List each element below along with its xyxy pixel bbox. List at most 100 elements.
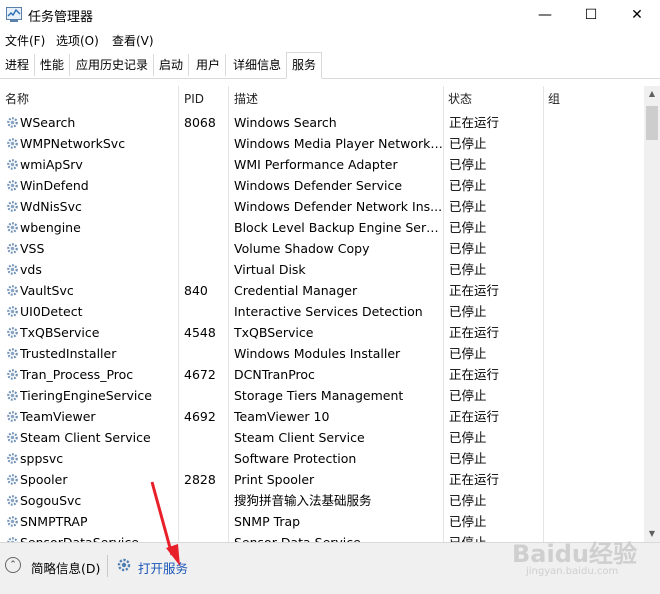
tab-app-history[interactable]: 应用历史记录 (71, 54, 155, 76)
gear-icon (7, 348, 18, 359)
chevron-up-circle-icon[interactable]: ⌃ (5, 557, 21, 573)
column-header-name[interactable]: 名称 (0, 86, 179, 110)
service-status: 已停止 (449, 220, 487, 235)
service-status: 正在运行 (449, 409, 500, 424)
table-row[interactable]: sppsvc Software Protection 已停止 (0, 448, 644, 469)
table-header: 名称 PID 描述 状态 组 ⌃ (0, 86, 644, 110)
service-status: 已停止 (449, 136, 487, 151)
service-description: Windows Search (234, 115, 337, 130)
watermark-url: jingyan.baidu.com (526, 566, 619, 577)
table-row[interactable]: VSS Volume Shadow Copy 已停止 (0, 238, 644, 259)
service-pid: 2828 (184, 472, 216, 487)
service-pid (179, 259, 229, 280)
scroll-thumb[interactable] (646, 106, 658, 140)
tab-services[interactable]: 服务 (286, 52, 323, 79)
table-row[interactable]: wbengine Block Level Backup Engine Servic… (0, 217, 644, 238)
tab-processes[interactable]: 进程 (0, 54, 36, 76)
service-name: WMPNetworkSvc (3, 133, 175, 154)
gear-icon (7, 306, 18, 317)
service-pid: 4692 (184, 409, 216, 424)
menu-options[interactable]: 选项(O) (56, 32, 99, 49)
table-row[interactable]: Spooler 2828 Print Spooler 正在运行 (0, 469, 644, 490)
table-row[interactable]: TxQBService 4548 TxQBService 正在运行 (0, 322, 644, 343)
tab-startup[interactable]: 启动 (154, 54, 190, 76)
table-row[interactable]: SNMPTRAP SNMP Trap 已停止 (0, 511, 644, 532)
service-pid (179, 175, 229, 196)
service-status: 正在运行 (449, 367, 500, 382)
column-header-status[interactable]: 状态 (443, 86, 543, 110)
table-row[interactable]: UI0Detect Interactive Services Detection 已… (0, 301, 644, 322)
scroll-up-icon[interactable]: ▲ (644, 86, 660, 102)
tab-performance[interactable]: 性能 (35, 54, 71, 76)
table-row[interactable]: WMPNetworkSvc Windows Media Player Networ… (0, 133, 644, 154)
service-status: 已停止 (449, 451, 487, 466)
service-description: TxQBService (234, 325, 314, 340)
service-description: Storage Tiers Management (234, 388, 404, 403)
services-table: 名称 PID 描述 状态 组 ⌃ WSearch 8068 Windows Sear… (0, 86, 644, 542)
table-row[interactable]: Steam Client Service Steam Client Service… (0, 427, 644, 448)
close-button[interactable]: ✕ (614, 0, 660, 30)
task-manager-icon (6, 7, 22, 22)
column-header-pid[interactable]: PID (179, 86, 229, 110)
column-header-description[interactable]: 描述 (229, 86, 443, 110)
service-name: vds (3, 259, 175, 280)
service-description: Virtual Disk (234, 262, 306, 277)
service-pid (179, 490, 229, 511)
table-row[interactable]: WinDefend Windows Defender Service 已停止 (0, 175, 644, 196)
title-bar: 任务管理器 — ☐ ✕ (0, 0, 660, 30)
table-row[interactable]: TeamViewer 4692 TeamViewer 10 正在运行 (0, 406, 644, 427)
service-pid (179, 448, 229, 469)
table-row[interactable]: WSearch 8068 Windows Search 正在运行 (0, 112, 644, 133)
table-row[interactable]: SogouSvc 搜狗拼音输入法基础服务 已停止 (0, 490, 644, 511)
minimize-button[interactable]: — (522, 0, 568, 30)
table-row[interactable]: TrustedInstaller Windows Modules Installe… (0, 343, 644, 364)
service-description: Volume Shadow Copy (234, 241, 370, 256)
service-name: Steam Client Service (3, 427, 175, 448)
service-pid (179, 154, 229, 175)
table-row[interactable]: WdNisSvc Windows Defender Network Ins... 已… (0, 196, 644, 217)
service-pid (179, 133, 229, 154)
gear-icon (7, 138, 18, 149)
maximize-button[interactable]: ☐ (568, 0, 614, 30)
table-row[interactable]: vds Virtual Disk 已停止 (0, 259, 644, 280)
table-row[interactable]: Tran_Process_Proc 4672 DCNTranProc 正在运行 (0, 364, 644, 385)
service-description: SNMP Trap (234, 514, 301, 529)
table-row[interactable]: TieringEngineService Storage Tiers Manage… (0, 385, 644, 406)
tab-details[interactable]: 详细信息 (228, 54, 288, 76)
service-description: Steam Client Service (234, 430, 365, 445)
service-description: Print Spooler (234, 472, 315, 487)
service-status: 正在运行 (449, 283, 500, 298)
sort-indicator-icon: ⌃ (588, 86, 597, 94)
service-pid: 4548 (184, 325, 216, 340)
service-status: 已停止 (449, 346, 487, 361)
service-name: Spooler (3, 469, 175, 490)
menu-file[interactable]: 文件(F) (5, 32, 45, 49)
service-status: 正在运行 (449, 325, 500, 340)
baidu-watermark: Baidu经验 jingyan.baidu.com (506, 530, 656, 585)
service-pid (179, 217, 229, 238)
menu-view[interactable]: 查看(V) (112, 32, 154, 49)
vertical-scrollbar[interactable]: ▲ ▼ (644, 86, 660, 542)
fewer-details-button[interactable]: 简略信息(D) (31, 558, 100, 577)
service-status: 已停止 (449, 388, 487, 403)
service-pid: 840 (184, 283, 208, 298)
service-pid: 8068 (184, 115, 216, 130)
gear-icon (7, 159, 18, 170)
gear-icon (7, 411, 18, 422)
gear-icon[interactable] (116, 557, 132, 573)
service-description: WMI Performance Adapter (234, 157, 398, 172)
open-services-link[interactable]: 打开服务 (138, 558, 188, 577)
service-name: VSS (3, 238, 175, 259)
service-status: 正在运行 (449, 115, 500, 130)
tab-users[interactable]: 用户 (191, 54, 227, 76)
table-row[interactable]: wmiApSrv WMI Performance Adapter 已停止 (0, 154, 644, 175)
service-description: Interactive Services Detection (234, 304, 423, 319)
service-pid (179, 511, 229, 532)
gear-icon (7, 264, 18, 275)
service-description: TeamViewer 10 (234, 409, 330, 424)
table-row[interactable]: VaultSvc 840 Credential Manager 正在运行 (0, 280, 644, 301)
gear-icon (7, 243, 18, 254)
gear-icon (7, 285, 18, 296)
watermark-text: Baidu经验 (512, 540, 637, 568)
service-pid (179, 532, 229, 542)
